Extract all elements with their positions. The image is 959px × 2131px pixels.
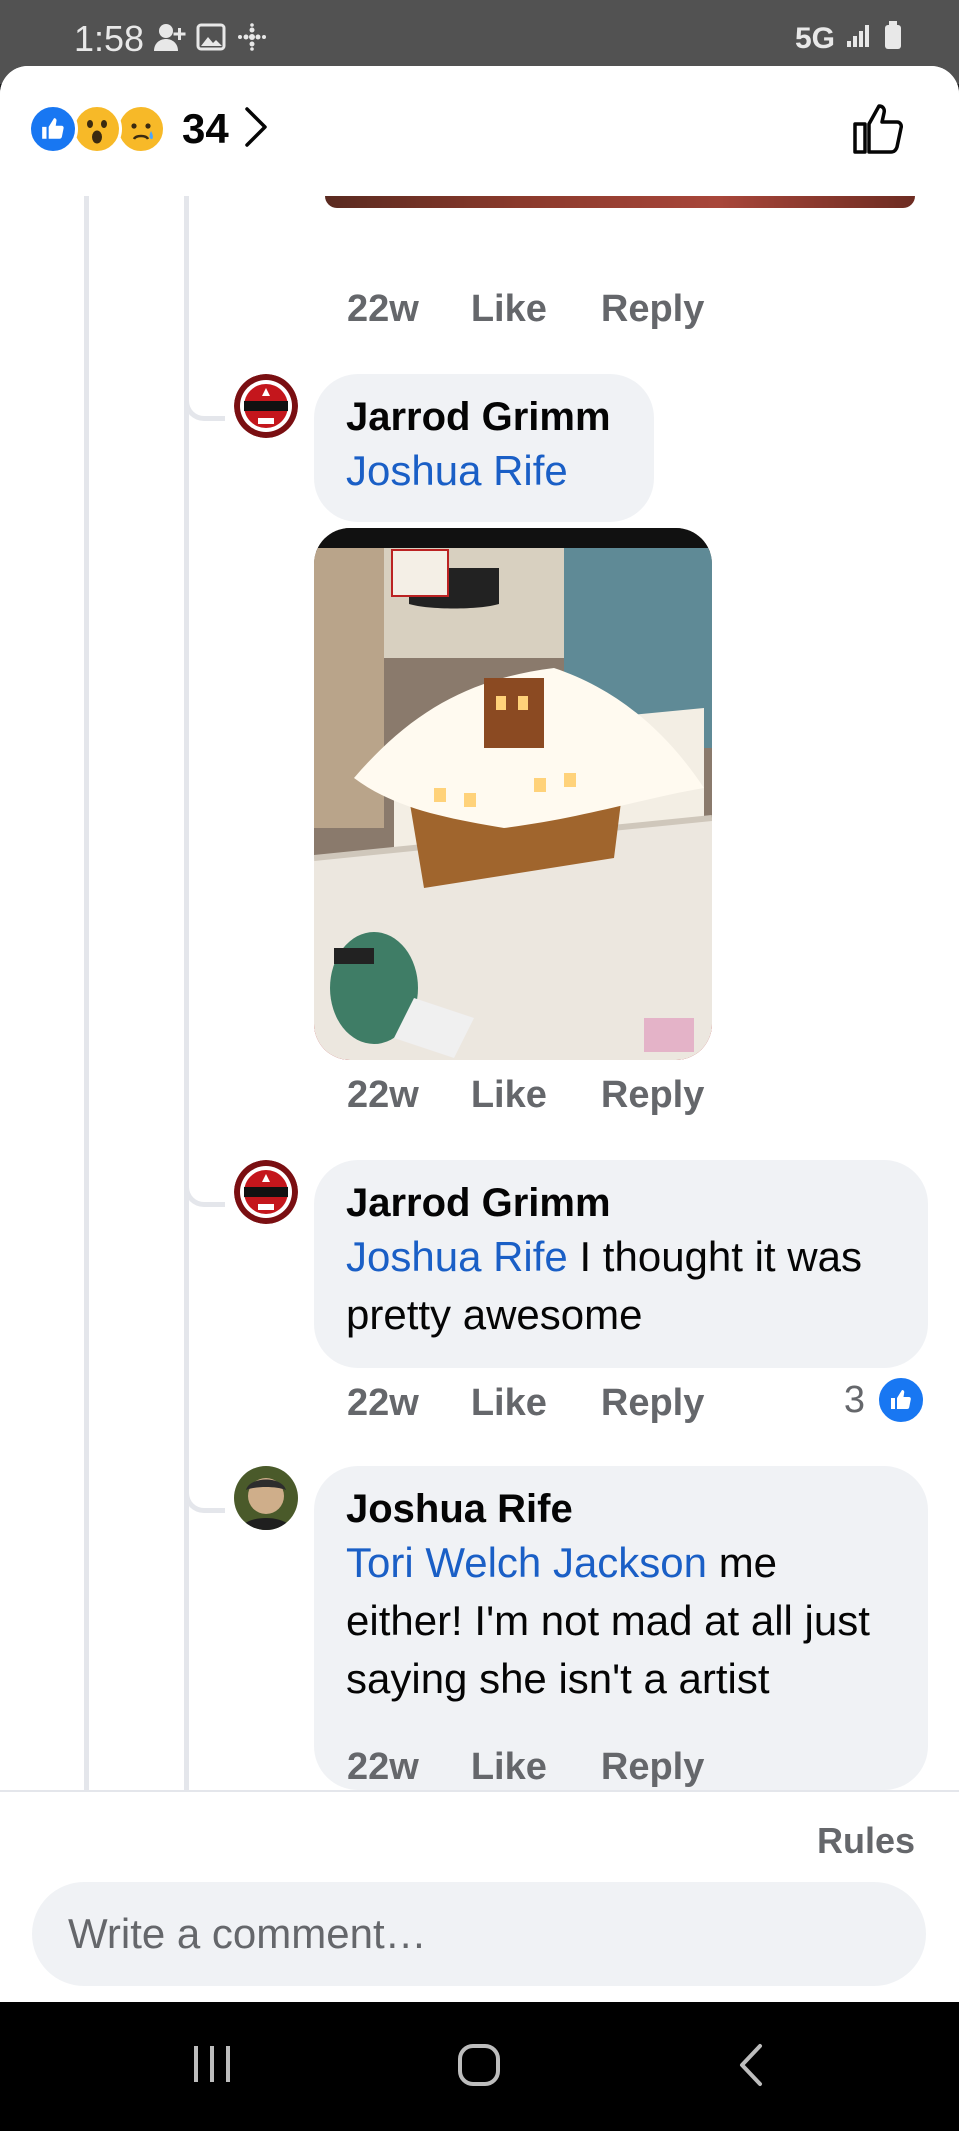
comment-meta: 22w Like Reply [347,288,704,331]
sad-reaction-icon [116,104,166,154]
comment-meta: 22w Like Reply [347,1074,704,1117]
like-button[interactable]: Like [471,1382,547,1425]
comment-thread: 22w Like Reply Jarrod Grimm Joshua Rife [0,196,959,1790]
reply-thread-line [184,196,189,1790]
sheet-header: 34 [0,66,959,196]
dots-grid-icon [236,22,268,57]
system-nav-bar [0,2002,959,2131]
reply-button[interactable]: Reply [601,1074,704,1117]
comment-input-container[interactable] [32,1882,926,1986]
reply-connector [184,1180,225,1207]
avatar-jarrod-grimm[interactable] [234,1160,298,1224]
rules-link[interactable]: Rules [817,1820,915,1862]
comment-input[interactable] [66,1909,890,1959]
comment-time[interactable]: 22w [347,1746,419,1789]
comment-author[interactable]: Jarrod Grimm [346,392,622,442]
comment-bubble: Jarrod Grimm Joshua Rife [314,374,654,522]
comments-sheet: 34 22w Like Reply Jarrod Grimm Joshua Ri… [0,66,959,2002]
like-outline-icon[interactable] [851,100,907,161]
comment-composer: Rules [0,1790,959,2002]
chevron-right-icon [243,105,269,154]
comment-author[interactable]: Joshua Rife [346,1484,896,1534]
comment-meta: 22w Like Reply [347,1746,704,1789]
avatar-jarrod-grimm[interactable] [234,374,298,438]
reply-connector [184,394,225,421]
like-count: 3 [843,1378,865,1421]
wow-reaction-icon [72,104,122,154]
comment-bubble: Jarrod Grimm Joshua Rife I thought it wa… [314,1160,928,1368]
reply-button[interactable]: Reply [601,1746,704,1789]
comment-time[interactable]: 22w [347,288,419,331]
reply-button[interactable]: Reply [601,288,704,331]
status-time: 1:58 [74,18,145,59]
comment-bubble: Joshua Rife Tori Welch Jackson me either… [314,1466,928,1790]
comment-reaction-count[interactable]: 3 [844,1376,925,1424]
comment-author[interactable]: Jarrod Grimm [346,1178,896,1228]
like-reaction-icon [877,1376,925,1424]
comment-photo-gingerbread-house[interactable] [314,528,712,1060]
person-add-icon [152,22,186,57]
reactions-summary[interactable]: 34 [28,104,269,154]
reply-connector [184,1486,225,1513]
comment-time[interactable]: 22w [347,1074,419,1117]
thread-line [84,196,89,1790]
network-label: 5G [794,22,835,55]
home-icon[interactable] [456,2042,502,2093]
reply-button[interactable]: Reply [601,1382,704,1425]
back-icon[interactable] [736,2042,766,2093]
battery-icon [883,20,903,58]
mention-link[interactable]: Tori Welch Jackson [346,1539,707,1586]
like-button[interactable]: Like [471,1746,547,1789]
mention-link[interactable]: Joshua Rife [346,1233,568,1280]
reaction-count: 34 [182,105,229,152]
comment-time[interactable]: 22w [347,1382,419,1425]
image-icon [196,22,226,57]
mention-link[interactable]: Joshua Rife [346,447,568,494]
like-button[interactable]: Like [471,1074,547,1117]
signal-icon [845,21,873,57]
recent-apps-icon[interactable] [190,2042,234,2091]
avatar-joshua-rife[interactable] [234,1466,298,1530]
previous-comment-image [325,196,915,208]
comment-meta: 22w Like Reply [347,1382,704,1425]
like-reaction-icon [28,104,78,154]
like-button[interactable]: Like [471,288,547,331]
